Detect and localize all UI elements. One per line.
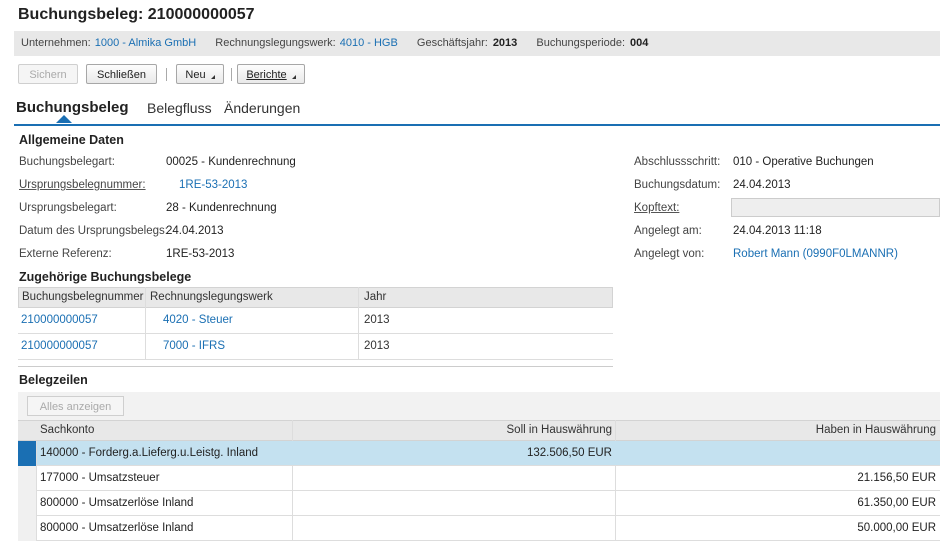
doc-number-link[interactable]: 210000000057 (21, 334, 98, 358)
tab-belegfluss[interactable]: Belegfluss (147, 100, 212, 116)
field-label: Externe Referenz: (19, 248, 112, 260)
table-row[interactable]: 210000000057 4020 - Steuer 2013 (18, 308, 613, 334)
field-label: Ursprungsbelegart: (19, 202, 117, 214)
new-menu-button[interactable]: Neu (176, 64, 224, 84)
field-value: 24.04.2013 (166, 225, 224, 237)
column-divider (292, 420, 293, 441)
column-header[interactable]: Soll in Hauswährung (507, 420, 612, 440)
account-cell: 177000 - Umsatzsteuer (40, 472, 160, 484)
column-divider (615, 466, 616, 491)
column-divider (145, 287, 146, 360)
credit-cell: 50.000,00 EUR (857, 522, 936, 534)
general-data-heading: Allgemeine Daten (19, 133, 124, 147)
year-cell: 2013 (364, 314, 390, 326)
row-selector[interactable] (18, 441, 37, 466)
table-header (18, 420, 940, 441)
fiscal-year-value: 2013 (492, 37, 518, 49)
company-label: Unternehmen: (21, 37, 91, 49)
field-value: 24.04.2013 (733, 179, 791, 191)
ledger-label: Rechnungslegungswerk: (215, 37, 336, 49)
column-divider (615, 516, 616, 541)
reports-menu-button[interactable]: Berichte (237, 64, 305, 84)
column-header[interactable]: Sachkonto (40, 420, 94, 440)
field-value: 010 - Operative Buchungen (733, 156, 874, 168)
row-selector[interactable] (18, 516, 37, 541)
period-value: 004 (630, 37, 649, 49)
table-row[interactable]: 177000 - Umsatzsteuer 21.156,50 EUR (18, 466, 940, 491)
save-button[interactable]: Sichern (18, 64, 78, 84)
field-label: Abschlussschritt: (634, 156, 721, 168)
column-divider (292, 516, 293, 541)
ledger-link[interactable]: 4010 - HGB (340, 37, 398, 49)
field-label: Angelegt von: (634, 248, 705, 260)
account-cell: 140000 - Forderg.a.Lieferg.u.Leistg. Inl… (40, 447, 259, 459)
company-link[interactable]: 1000 - Almika GmbH (95, 37, 196, 49)
show-all-button[interactable]: Alles anzeigen (27, 396, 124, 416)
toolbar-separator (231, 68, 232, 81)
field-label: Buchungsbelegart: (19, 156, 115, 168)
fiscal-year-label: Geschäftsjahr: (416, 37, 488, 49)
created-by-link[interactable]: Robert Mann (0990F0LMANNR) (733, 248, 898, 260)
page-title: Buchungsbeleg: 210000000057 (18, 6, 255, 23)
field-value: 28 - Kundenrechnung (166, 202, 277, 214)
column-divider (615, 491, 616, 516)
related-docs-table: Buchungsbelegnummer Rechnungslegungswerk… (18, 287, 613, 367)
table-row[interactable]: 210000000057 7000 - IFRS 2013 (18, 334, 613, 360)
credit-cell: 21.156,50 EUR (857, 472, 936, 484)
lines-heading: Belegzeilen (19, 373, 88, 387)
field-label: Angelegt am: (634, 225, 702, 237)
ledger-link[interactable]: 4020 - Steuer (163, 308, 233, 332)
tab-buchungsbeleg[interactable]: Buchungsbeleg (16, 99, 129, 116)
row-selector[interactable] (18, 466, 37, 491)
account-cell: 800000 - Umsatzerlöse Inland (40, 497, 194, 509)
toolbar-separator (166, 68, 167, 81)
field-label: Datum des Ursprungsbelegs: (19, 225, 168, 237)
context-bar: Unternehmen: 1000 - Almika GmbH Rechnungs… (14, 31, 940, 56)
account-cell: 800000 - Umsatzerlöse Inland (40, 522, 194, 534)
field-value: 00025 - Kundenrechnung (166, 156, 296, 168)
column-header[interactable]: Rechnungslegungswerk (150, 287, 273, 307)
period-label: Buchungsperiode: (536, 37, 626, 49)
related-docs-heading: Zugehörige Buchungsbelege (19, 270, 192, 284)
menu-caret-icon (291, 75, 296, 79)
doc-number-link[interactable]: 210000000057 (21, 308, 98, 332)
field-label[interactable]: Kopftext: (634, 202, 679, 214)
field-label[interactable]: Ursprungsbelegnummer: (19, 179, 146, 191)
row-selector[interactable] (18, 491, 37, 516)
column-header[interactable]: Buchungsbelegnummer (22, 287, 143, 307)
field-value: 1RE-53-2013 (166, 248, 235, 260)
column-header[interactable]: Haben in Hauswährung (816, 420, 936, 440)
year-cell: 2013 (364, 340, 390, 352)
line-items-table: Sachkonto Soll in Hauswährung Haben in H… (18, 420, 940, 548)
column-divider (358, 287, 359, 360)
field-label: Buchungsdatum: (634, 179, 721, 191)
table-row[interactable]: 140000 - Forderg.a.Lieferg.u.Leistg. Inl… (18, 441, 940, 466)
field-value: 24.04.2013 11:18 (733, 225, 822, 237)
column-header[interactable]: Jahr (364, 287, 386, 307)
table-row[interactable]: 800000 - Umsatzerlöse Inland 61.350,00 E… (18, 491, 940, 516)
tab-strip: Buchungsbeleg Belegfluss Änderungen (14, 98, 940, 126)
column-divider (615, 420, 616, 441)
tab-aenderungen[interactable]: Änderungen (224, 100, 300, 116)
lines-toolbar (18, 392, 940, 420)
column-divider (292, 466, 293, 491)
menu-caret-icon (210, 75, 215, 79)
table-row[interactable]: 800000 - Umsatzerlöse Inland 50.000,00 E… (18, 516, 940, 541)
credit-cell: 61.350,00 EUR (857, 497, 936, 509)
new-label: Neu (185, 69, 206, 81)
origin-doc-link[interactable]: 1RE-53-2013 (179, 179, 247, 191)
column-divider (292, 491, 293, 516)
ledger-link[interactable]: 7000 - IFRS (163, 334, 225, 358)
close-button[interactable]: Schließen (86, 64, 157, 84)
reports-label: Berichte (246, 69, 287, 81)
header-text-field[interactable] (731, 198, 940, 217)
debit-cell: 132.506,50 EUR (526, 447, 612, 459)
active-tab-indicator (56, 115, 72, 123)
